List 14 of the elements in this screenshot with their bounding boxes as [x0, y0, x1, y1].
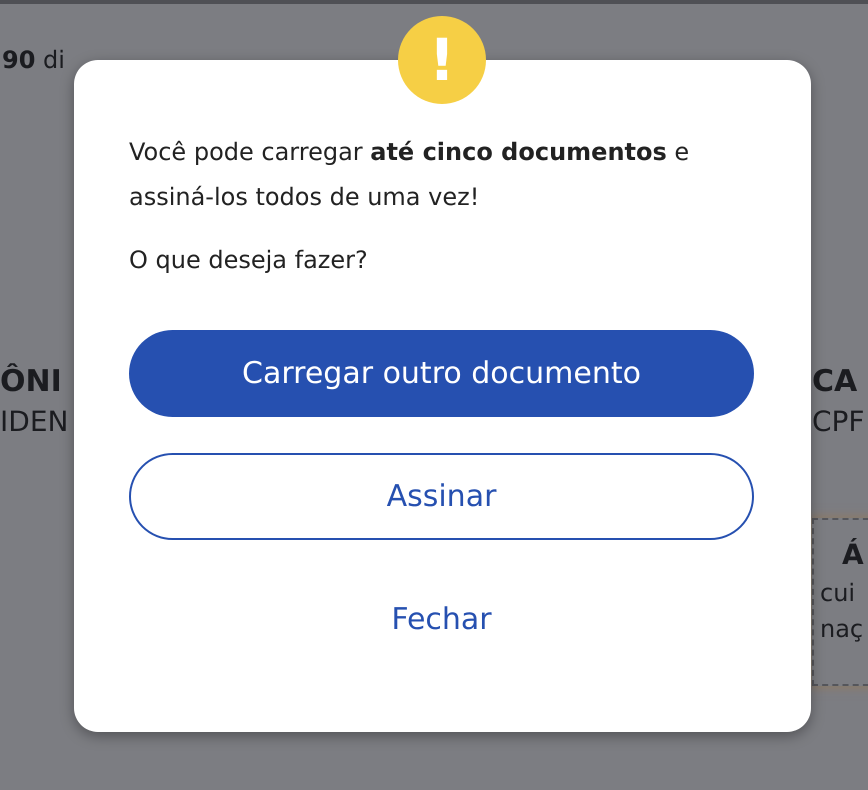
sign-button[interactable]: Assinar	[129, 453, 754, 540]
warning-icon: !	[398, 16, 486, 104]
period-text: 90 di	[2, 46, 65, 74]
section-subtitle: CPF	[812, 405, 865, 438]
close-link[interactable]: Fechar	[129, 576, 754, 663]
section-heading: ÔNI	[0, 364, 62, 399]
section-subtitle: IDEN	[0, 405, 68, 438]
dialog-question: O que deseja fazer?	[129, 245, 369, 275]
section-heading: CA	[812, 364, 858, 399]
upload-button[interactable]: Carregar outro documento	[129, 330, 754, 417]
notice-text: naç	[820, 615, 864, 643]
notice-heading: Á	[842, 538, 864, 571]
notice-text: cui	[820, 579, 856, 607]
dialog-message: Você pode carregar até cinco documentos e assiná-los todos de uma vez!	[129, 137, 690, 213]
